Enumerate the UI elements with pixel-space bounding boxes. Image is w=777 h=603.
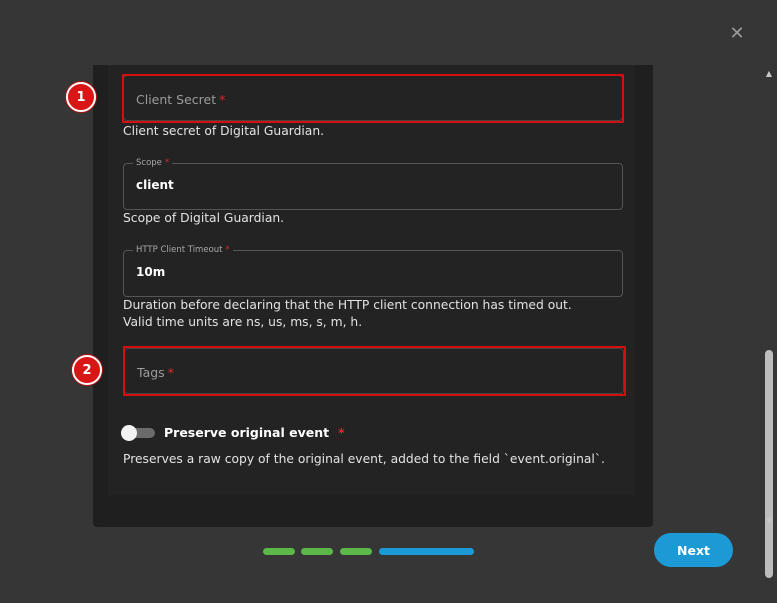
scope-field[interactable]: Scope * client <box>123 157 623 210</box>
scope-label: Scope <box>136 158 162 168</box>
toggle-knob <box>121 425 137 441</box>
client-secret-help: Client secret of Digital Guardian. <box>123 124 325 138</box>
required-marker: * <box>225 245 230 255</box>
client-secret-placeholder: Client Secret <box>136 92 217 107</box>
scrollbar-thumb[interactable] <box>765 350 773 578</box>
preserve-original-label: Preserve original event <box>164 425 330 440</box>
http-timeout-label: HTTP Client Timeout <box>136 245 223 255</box>
required-marker: * <box>164 158 170 168</box>
step-2-indicator <box>301 548 333 555</box>
http-timeout-field[interactable]: HTTP Client Timeout * 10m <box>123 244 623 297</box>
step-3-indicator <box>340 548 372 555</box>
scroll-down-icon[interactable]: ▼ <box>764 516 774 526</box>
required-marker: * <box>167 365 174 380</box>
step-1-indicator <box>263 548 295 555</box>
http-timeout-help-line2: Valid time units are ns, us, ms, s, m, h… <box>123 315 363 329</box>
preserve-original-help: Preserves a raw copy of the original eve… <box>123 452 605 466</box>
close-icon[interactable]: ✕ <box>727 24 747 44</box>
http-timeout-help-line1: Duration before declaring that the HTTP … <box>123 298 572 312</box>
tags-field[interactable]: Tags * <box>124 348 624 394</box>
preserve-original-toggle[interactable] <box>121 425 155 441</box>
next-button[interactable]: Next <box>654 533 733 567</box>
scope-help: Scope of Digital Guardian. <box>123 211 285 225</box>
scroll-up-icon[interactable]: ▲ <box>764 69 774 79</box>
annotation-badge-2: 2 <box>72 355 102 385</box>
client-secret-field[interactable]: Client Secret * <box>123 75 623 121</box>
required-marker: * <box>338 425 345 440</box>
scrollbar[interactable]: ▲ ▼ <box>762 65 776 578</box>
step-4-indicator <box>379 548 474 555</box>
http-timeout-help: Duration before declaring that the HTTP … <box>123 297 572 331</box>
scope-value: client <box>136 178 174 192</box>
tags-placeholder: Tags <box>137 365 165 380</box>
http-timeout-value: 10m <box>136 265 166 279</box>
required-marker: * <box>219 92 226 107</box>
annotation-badge-1: 1 <box>66 82 96 112</box>
